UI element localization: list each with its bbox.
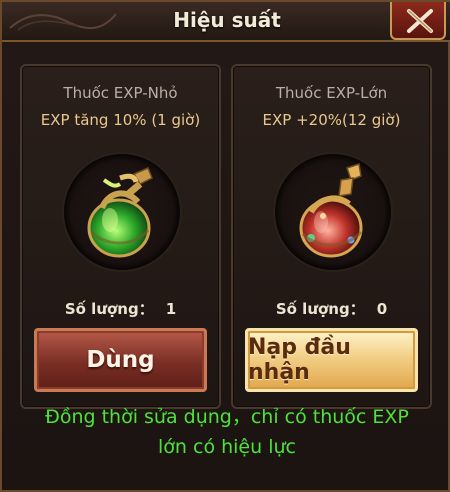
item-card-large: Thuốc EXP-Lớn EXP +20%(12 giờ) Số lượng：… <box>231 64 432 409</box>
efficiency-dialog: Hiệu suất Thuốc EXP-Nhỏ EXP tăng 10% (1 … <box>0 0 450 492</box>
quantity-value: 0 <box>376 300 388 318</box>
close-button[interactable] <box>390 2 446 40</box>
close-x-icon <box>407 9 433 33</box>
title-bar: Hiệu suất <box>2 2 450 42</box>
notice-text: Đồng thời sửa dụng，chỉ có thuốc EXP lớn … <box>2 402 450 462</box>
item-card-small: Thuốc EXP-Nhỏ EXP tăng 10% (1 giờ) Số lư… <box>20 64 221 409</box>
quantity-row: Số lượng： 0 <box>233 298 430 319</box>
item-name: Thuốc EXP-Lớn <box>275 84 388 102</box>
green-potion-icon <box>87 167 153 258</box>
item-icon-frame <box>64 154 180 270</box>
notice-line-2: lớn có hiệu lực <box>158 436 296 458</box>
quantity-label: Số lượng： <box>64 300 154 318</box>
first-topup-claim-button[interactable]: Nạp đầu nhận <box>245 328 418 392</box>
quantity-value: 1 <box>165 300 177 318</box>
notice-line-1: Đồng thời sửa dụng，chỉ có thuốc EXP <box>45 406 409 428</box>
quantity-row: Số lượng： 1 <box>22 298 219 319</box>
red-potion-icon <box>299 163 363 258</box>
item-icon-frame <box>275 154 391 270</box>
item-name: Thuốc EXP-Nhỏ <box>63 84 178 102</box>
item-effect: EXP tăng 10% (1 giờ) <box>40 111 201 129</box>
dialog-title: Hiệu suất <box>173 8 281 32</box>
item-effect: EXP +20%(12 giờ) <box>262 111 401 129</box>
use-button[interactable]: Dùng <box>34 328 207 392</box>
quantity-label: Số lượng： <box>275 300 365 318</box>
